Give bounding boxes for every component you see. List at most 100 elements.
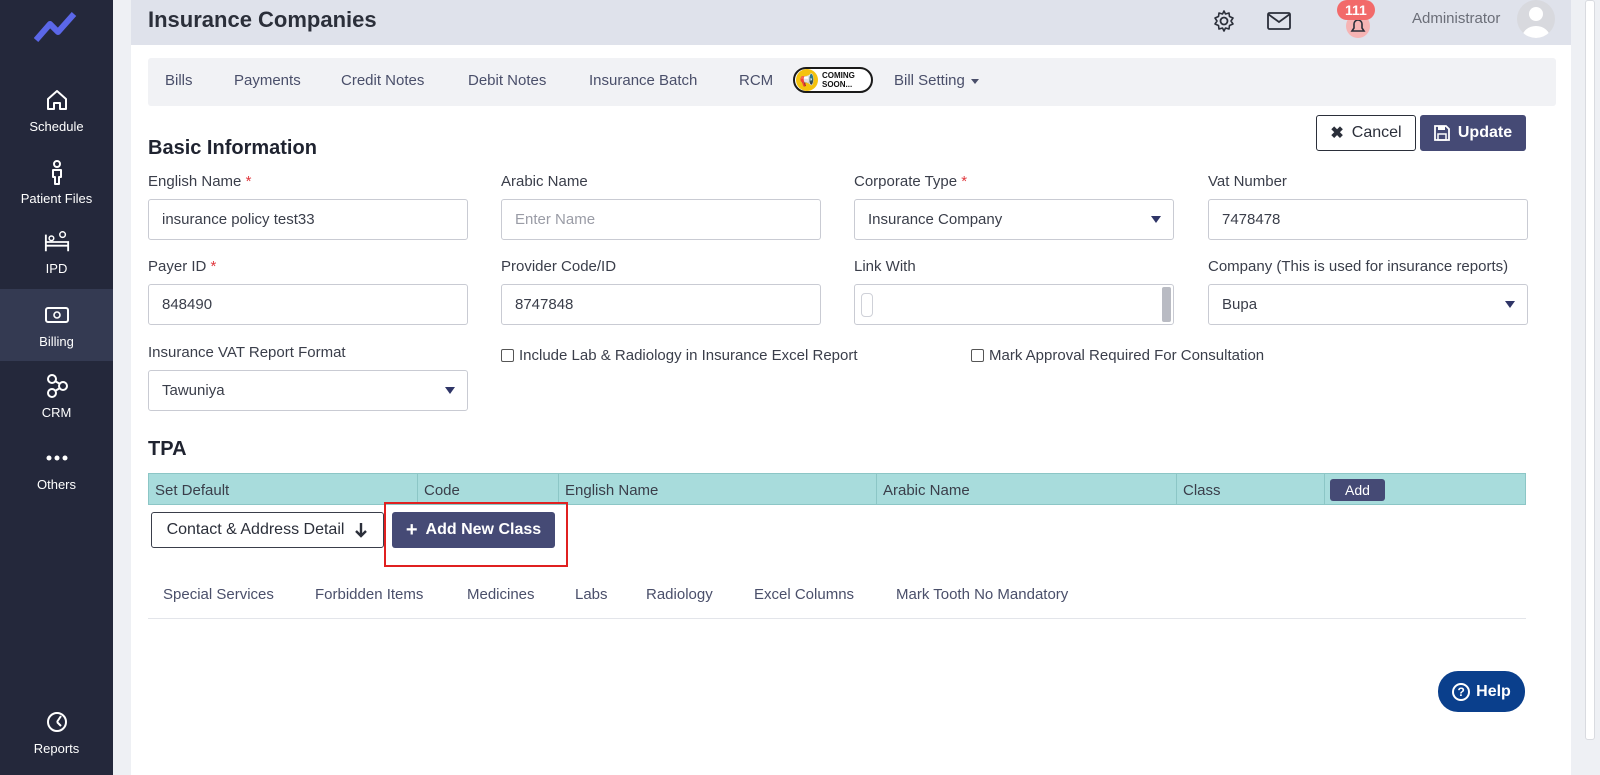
english-name-field[interactable]: insurance policy test33 [148, 199, 468, 240]
tpa-table-header: Set Default Code English Name Arabic Nam… [148, 473, 1526, 505]
column-header-code: Code [417, 474, 558, 504]
sidebar-item-label: Patient Files [20, 190, 93, 206]
include-lab-radiology-checkbox[interactable] [501, 349, 514, 362]
mark-approval-checkbox[interactable] [971, 349, 984, 362]
scrollbar[interactable] [1162, 287, 1171, 322]
sidebar-item-label: IPD [45, 260, 68, 276]
help-button[interactable]: ? Help [1438, 671, 1525, 712]
settings-subtabs: Special Services Forbidden Items Medicin… [148, 578, 1526, 619]
notification-badge[interactable]: 111 [1337, 0, 1375, 20]
sidebar-item-ipd[interactable]: IPD [0, 216, 113, 288]
arrow-down-icon [355, 523, 368, 538]
user-name[interactable]: Administrator [1412, 10, 1500, 27]
column-header-arabic-name: Arabic Name [876, 474, 1176, 504]
plus-icon: + [405, 519, 418, 541]
caret-down-icon [1505, 301, 1515, 308]
update-button[interactable]: Update [1420, 115, 1526, 151]
tab-excel-columns[interactable]: Excel Columns [754, 586, 854, 603]
megaphone-icon: 📢 [796, 69, 818, 91]
link-with-label: Link With [854, 258, 916, 275]
corporate-type-label-text: Corporate Type [854, 173, 958, 190]
caret-down-icon [445, 387, 455, 394]
coming-soon-badge: 📢 COMING SOON... [793, 67, 873, 93]
page-scrollbar[interactable] [1585, 0, 1595, 775]
chart-pie-icon [44, 709, 70, 735]
link-with-tag-input[interactable] [861, 293, 873, 317]
provider-code-label: Provider Code/ID [501, 258, 617, 275]
cancel-button[interactable]: ✖ Cancel [1316, 115, 1416, 151]
arabic-name-field[interactable]: Enter Name [501, 199, 821, 240]
vat-number-label: Vat Number [1208, 173, 1287, 190]
network-icon [44, 373, 70, 399]
help-button-label: Help [1476, 682, 1511, 700]
column-header-english-name: English Name [558, 474, 876, 504]
vat-report-format-value: Tawuniya [162, 382, 225, 399]
tab-debit-notes[interactable]: Debit Notes [468, 72, 546, 89]
sidebar-item-schedule[interactable]: Schedule [0, 74, 113, 146]
tab-bills[interactable]: Bills [165, 72, 193, 89]
sidebar-item-label: Schedule [29, 118, 84, 134]
sidebar-item-others[interactable]: Others [0, 432, 113, 504]
mark-approval-label: Mark Approval Required For Consultation [989, 347, 1265, 364]
coming-soon-line2: SOON... [822, 80, 853, 89]
link-with-field[interactable] [854, 284, 1174, 325]
mail-icon[interactable] [1266, 8, 1292, 34]
contact-address-button[interactable]: Contact & Address Detail [151, 512, 384, 548]
corporate-type-label: Corporate Type * [854, 173, 967, 190]
sidebar-item-label: Others [36, 476, 76, 492]
tab-labs[interactable]: Labs [575, 586, 608, 603]
tab-bill-setting[interactable]: Bill Setting [894, 72, 979, 89]
main-content: Insurance Companies 111 Administrator Bi… [131, 0, 1571, 775]
sidebar-item-reports[interactable]: Reports [0, 696, 113, 768]
billing-tabs: Bills Payments Credit Notes Debit Notes … [148, 58, 1556, 106]
coming-soon-line1: COMING [822, 71, 855, 80]
sidebar-item-label: CRM [41, 404, 72, 420]
sidebar-item-billing[interactable]: Billing [0, 289, 113, 361]
required-mark: * [210, 258, 217, 275]
caret-down-icon [970, 78, 979, 84]
sidebar-item-patient-files[interactable]: Patient Files [0, 146, 113, 218]
vat-report-format-select[interactable]: Tawuniya [148, 370, 468, 411]
page-title: Insurance Companies [148, 7, 377, 32]
contact-address-label: Contact & Address Detail [166, 521, 345, 538]
english-name-label: English Name * [148, 173, 251, 190]
gear-icon[interactable] [1211, 8, 1237, 34]
avatar[interactable] [1517, 0, 1555, 38]
section-title-tpa: TPA [148, 438, 187, 460]
tab-medicines[interactable]: Medicines [467, 586, 535, 603]
tab-credit-notes[interactable]: Credit Notes [341, 72, 424, 89]
vat-report-format-label: Insurance VAT Report Format [148, 344, 346, 361]
tab-forbidden-items[interactable]: Forbidden Items [315, 586, 423, 603]
payer-id-field[interactable]: 848490 [148, 284, 468, 325]
add-new-class-button[interactable]: + Add New Class [392, 512, 555, 548]
payer-id-label-text: Payer ID [148, 258, 207, 275]
tab-radiology[interactable]: Radiology [646, 586, 713, 603]
vat-number-field[interactable]: 7478478 [1208, 199, 1528, 240]
company-select[interactable]: Bupa [1208, 284, 1528, 325]
tab-special-services[interactable]: Special Services [163, 586, 274, 603]
provider-code-field[interactable]: 8747848 [501, 284, 821, 325]
scrollbar-thumb[interactable] [1585, 0, 1595, 740]
tab-insurance-batch[interactable]: Insurance Batch [589, 72, 697, 89]
tab-rcm[interactable]: RCM [739, 72, 773, 89]
tab-mark-tooth-no-mandatory[interactable]: Mark Tooth No Mandatory [896, 586, 1068, 603]
company-value: Bupa [1222, 296, 1258, 313]
corporate-type-value: Insurance Company [868, 211, 1003, 228]
company-label: Company (This is used for insurance repo… [1208, 258, 1509, 275]
column-header-set-default: Set Default [155, 482, 230, 499]
section-title-basic-info: Basic Information [148, 137, 317, 159]
include-lab-radiology-option: Include Lab & Radiology in Insurance Exc… [501, 347, 858, 364]
more-icon [44, 445, 70, 471]
add-new-class-label: Add New Class [425, 521, 542, 538]
app-logo-icon[interactable] [34, 8, 78, 44]
sidebar-item-crm[interactable]: CRM [0, 360, 113, 432]
required-mark: * [961, 173, 968, 190]
mark-approval-option: Mark Approval Required For Consultation [971, 347, 1264, 364]
tpa-add-button[interactable]: Add [1330, 479, 1385, 501]
tab-payments[interactable]: Payments [234, 72, 301, 89]
required-mark: * [245, 173, 252, 190]
money-icon [44, 302, 70, 328]
bed-icon [44, 229, 70, 255]
corporate-type-select[interactable]: Insurance Company [854, 199, 1174, 240]
sidebar: Schedule Patient Files IPD Billing CRM O… [0, 0, 113, 775]
